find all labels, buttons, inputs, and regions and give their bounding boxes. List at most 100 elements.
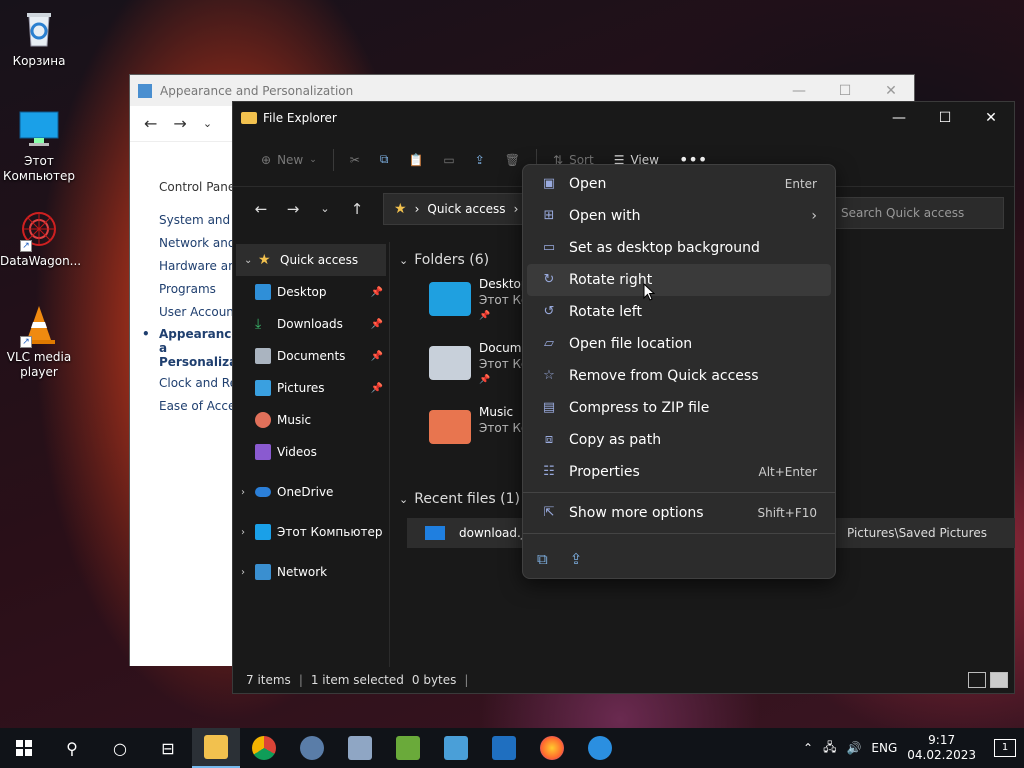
copy-icon[interactable]: ⧉	[537, 550, 548, 568]
taskbar-app-network-tool[interactable]	[576, 728, 624, 768]
menu-label: Show more options	[569, 505, 704, 521]
control-panel-home-link[interactable]: Control Panel	[130, 176, 232, 199]
sidebar-link-selected[interactable]: Appearance a Personalizatio	[130, 324, 232, 372]
close-button[interactable]: ✕	[968, 110, 1014, 126]
sidebar-item-documents[interactable]: Documents 📌	[233, 340, 389, 372]
desktop-folder-icon	[429, 282, 471, 316]
sidebar-item-desktop[interactable]: Desktop 📌	[233, 276, 389, 308]
cut-button[interactable]: ✂	[340, 144, 370, 176]
taskbar-app-file-explorer[interactable]	[192, 728, 240, 768]
maximize-button[interactable]: ☐	[822, 83, 868, 99]
paste-button[interactable]: 📋	[398, 144, 433, 176]
notifications-button[interactable]: 1	[994, 739, 1016, 757]
shortcut-arrow-icon: ↗	[20, 240, 32, 252]
volume-icon[interactable]: 🔊	[846, 741, 861, 755]
sidebar-link[interactable]: System and Se	[130, 209, 232, 232]
sidebar-item-this-pc[interactable]: › Этот Компьютер	[233, 516, 389, 548]
copy-button[interactable]: ⧉	[370, 144, 399, 176]
recent-locations-icon[interactable]: ⌄	[309, 202, 341, 215]
chevron-down-icon: ⌄	[309, 154, 317, 165]
menu-item-open[interactable]: ▣ Open Enter	[527, 168, 831, 200]
search-input[interactable]: Search Quick access	[832, 197, 1004, 229]
pin-icon[interactable]: 📌	[371, 319, 383, 330]
pin-icon[interactable]: 📌	[371, 383, 383, 394]
sidebar-label: Desktop	[277, 285, 327, 299]
rename-button[interactable]: ▭	[433, 144, 464, 176]
sidebar-item-onedrive[interactable]: › OneDrive	[233, 476, 389, 508]
desktop-icon-vlc[interactable]: ↗ VLC media player	[0, 304, 78, 380]
sidebar-link[interactable]: Clock and Reg	[130, 372, 232, 395]
menu-item-open-with[interactable]: ⊞ Open with ›	[527, 200, 831, 232]
menu-label: Copy as path	[569, 432, 662, 448]
sidebar-item-network[interactable]: › Network	[233, 556, 389, 588]
chevron-right-icon[interactable]: ›	[241, 487, 255, 498]
minimize-button[interactable]: —	[776, 83, 822, 99]
sidebar-label: Quick access	[280, 253, 359, 267]
network-tray-icon[interactable]: 🖧	[823, 738, 836, 759]
sidebar-item-music[interactable]: Music	[233, 404, 389, 436]
pin-icon[interactable]: 📌	[371, 287, 383, 298]
task-view-button[interactable]: ⊟	[144, 728, 192, 768]
taskbar-app-firefox[interactable]	[528, 728, 576, 768]
desktop-icon-this-pc[interactable]: Этот Компьютер	[0, 108, 78, 184]
menu-item-properties[interactable]: ☷ Properties Alt+Enter	[527, 456, 831, 488]
sidebar-link[interactable]: Ease of Access	[130, 395, 232, 418]
menu-item-remove-from-quick-access[interactable]: ☆ Remove from Quick access	[527, 360, 831, 392]
taskbar-app-control-panel[interactable]	[432, 728, 480, 768]
share-button[interactable]: ⇪	[465, 144, 495, 176]
sidebar-item-downloads[interactable]: ⤓ Downloads 📌	[233, 308, 389, 340]
desktop-icon-datawagon[interactable]: ↗ DataWagon...	[0, 208, 81, 269]
menu-item-open-file-location[interactable]: ▱ Open file location	[527, 328, 831, 360]
sidebar-link[interactable]: Hardware and	[130, 255, 232, 278]
menu-item-set-desktop-background[interactable]: ▭ Set as desktop background	[527, 232, 831, 264]
separator	[332, 148, 334, 171]
cortana-button[interactable]: ○	[96, 728, 144, 768]
forward-icon[interactable]: →	[173, 114, 186, 133]
desktop-icon-recycle-bin[interactable]: Корзина	[0, 8, 78, 69]
pin-icon[interactable]: 📌	[371, 351, 383, 362]
explorer-titlebar[interactable]: File Explorer — ☐ ✕	[233, 102, 1014, 133]
taskbar-app-photos[interactable]	[336, 728, 384, 768]
start-button[interactable]	[0, 728, 48, 768]
breadcrumb[interactable]: Quick access	[427, 202, 505, 216]
sidebar-item-videos[interactable]: Videos	[233, 436, 389, 468]
up-icon[interactable]: ↑	[341, 200, 373, 218]
sidebar-item-pictures[interactable]: Pictures 📌	[233, 372, 389, 404]
menu-item-copy-as-path[interactable]: ⧈ Copy as path	[527, 424, 831, 456]
taskbar-app-settings[interactable]	[288, 728, 336, 768]
taskbar-app-virtualbox[interactable]	[480, 728, 528, 768]
minimize-button[interactable]: —	[876, 110, 922, 126]
new-button[interactable]: ⊕ New ⌄	[251, 144, 327, 176]
chevron-down-icon[interactable]: ⌄	[203, 117, 212, 130]
menu-item-compress-zip[interactable]: ▤ Compress to ZIP file	[527, 392, 831, 424]
share-icon[interactable]: ⇪	[570, 550, 583, 568]
chevron-right-icon[interactable]: ›	[241, 527, 255, 538]
clock-time: 9:17	[928, 733, 956, 747]
sidebar-link[interactable]: Network and	[130, 232, 232, 255]
taskbar-app-minecraft[interactable]	[384, 728, 432, 768]
details-view-icon[interactable]	[968, 671, 986, 688]
sidebar-item-quick-access[interactable]: ⌄ ★ Quick access	[236, 244, 386, 276]
close-button[interactable]: ✕	[868, 83, 914, 99]
system-tray: ⌃ 🖧 🔊 ENG 9:17 04.02.2023 1	[803, 733, 1024, 763]
forward-icon[interactable]: →	[277, 200, 309, 218]
sidebar-link[interactable]: Programs	[130, 278, 232, 301]
menu-item-rotate-right[interactable]: ↻ Rotate right	[527, 264, 831, 296]
taskbar-app-chrome[interactable]	[240, 728, 288, 768]
large-icons-view-icon[interactable]	[990, 671, 1008, 688]
monitor-icon	[255, 524, 271, 540]
sidebar-link[interactable]: User Accounts	[130, 301, 232, 324]
menu-item-rotate-left[interactable]: ↺ Rotate left	[527, 296, 831, 328]
language-indicator[interactable]: ENG	[871, 741, 897, 755]
clock[interactable]: 9:17 04.02.2023	[907, 733, 976, 763]
maximize-button[interactable]: ☐	[922, 110, 968, 126]
back-icon[interactable]: ←	[144, 114, 157, 133]
back-icon[interactable]: ←	[245, 200, 277, 218]
chevron-down-icon[interactable]: ⌄	[244, 255, 258, 266]
chevron-up-icon[interactable]: ⌃	[803, 741, 813, 755]
search-button[interactable]: ⚲	[48, 728, 96, 768]
chevron-right-icon[interactable]: ›	[241, 567, 255, 578]
menu-label: Rotate left	[569, 304, 642, 320]
menu-shortcut: Alt+Enter	[758, 465, 817, 479]
menu-item-show-more-options[interactable]: ⇱ Show more options Shift+F10	[527, 497, 831, 529]
